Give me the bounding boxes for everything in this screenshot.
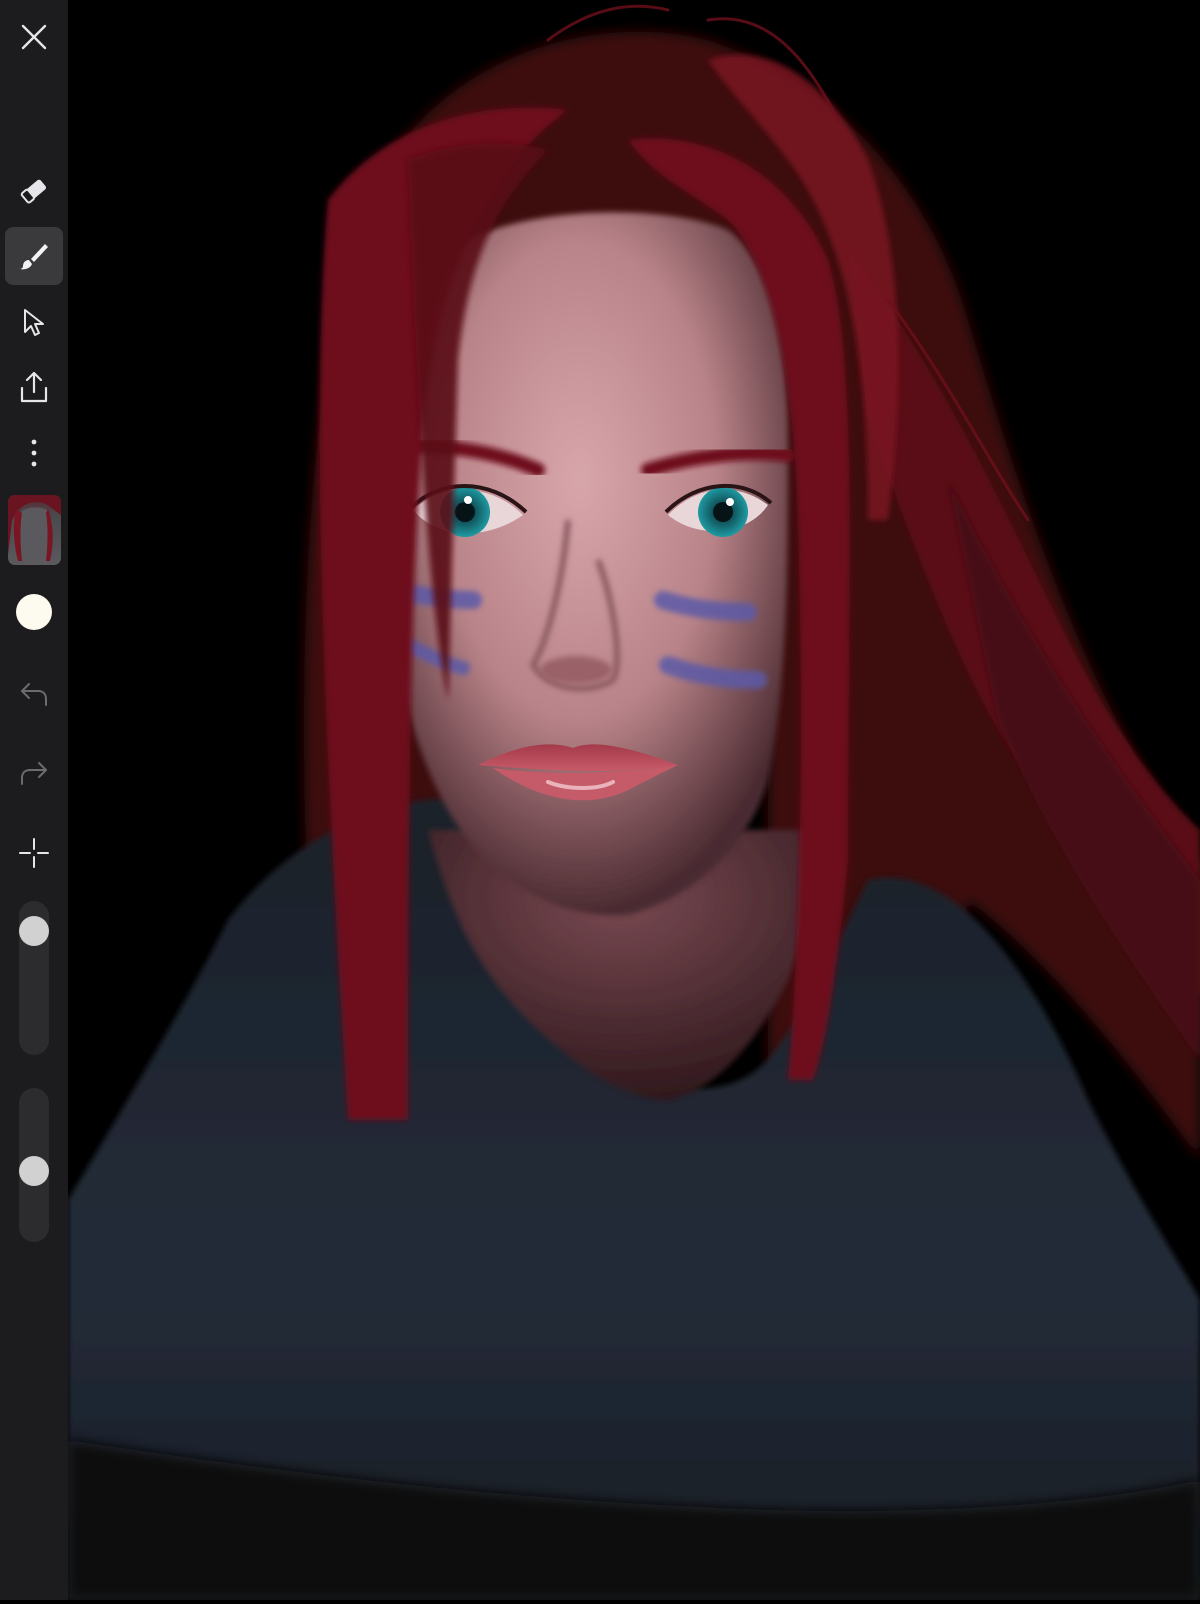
toolbar <box>0 0 68 1600</box>
select-tool[interactable] <box>5 293 63 351</box>
cursor-arrow-icon <box>19 307 49 337</box>
color-swatch[interactable] <box>16 594 52 630</box>
brush-opacity-knob[interactable] <box>19 1156 49 1187</box>
layer-thumbnail[interactable] <box>8 495 61 565</box>
close-button[interactable] <box>5 8 63 66</box>
eyedropper-tool[interactable] <box>5 824 63 882</box>
eraser-tool[interactable] <box>5 162 63 220</box>
drawing-canvas[interactable] <box>68 0 1200 1600</box>
close-icon <box>19 22 49 52</box>
more-vertical-icon <box>29 438 39 468</box>
redo-icon <box>18 759 50 787</box>
brush-opacity-slider[interactable] <box>19 1088 49 1242</box>
portrait-artwork <box>68 4 1200 1600</box>
redo-button[interactable] <box>5 744 63 802</box>
crosshair-icon <box>18 837 50 869</box>
brush-size-slider[interactable] <box>19 901 49 1055</box>
eraser-icon <box>17 174 51 208</box>
export-button[interactable] <box>5 358 63 416</box>
undo-button[interactable] <box>5 665 63 723</box>
brush-tool[interactable] <box>5 227 63 285</box>
brush-icon <box>17 239 51 273</box>
more-button[interactable] <box>5 424 63 482</box>
undo-icon <box>18 680 50 708</box>
share-upload-icon <box>18 370 50 404</box>
brush-size-knob[interactable] <box>19 915 49 946</box>
